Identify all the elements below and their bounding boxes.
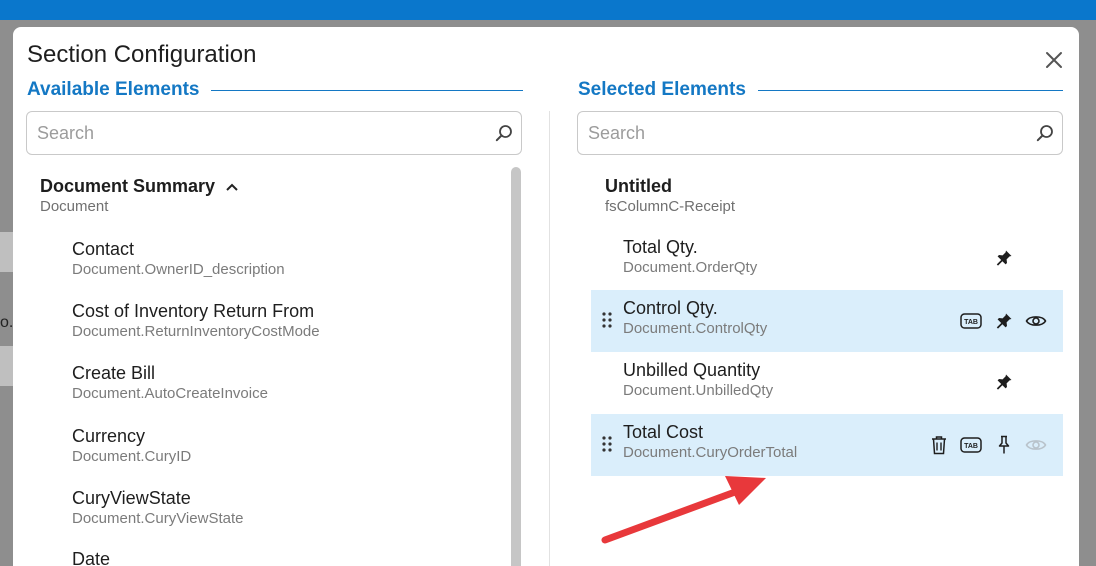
item-label: Total Qty.: [623, 237, 698, 257]
available-item[interactable]: Create Bill Document.AutoCreateInvoice: [72, 363, 268, 403]
app-top-bar: [0, 0, 1096, 20]
background-label-fragment: o.: [0, 314, 14, 331]
pin-filled-icon: [996, 374, 1012, 390]
available-item[interactable]: Contact Document.OwnerID_description: [72, 239, 285, 279]
selected-heading-text: Selected Elements: [578, 79, 746, 100]
available-item[interactable]: Date: [72, 549, 110, 566]
available-item[interactable]: Cost of Inventory Return From Document.R…: [72, 301, 320, 341]
background-panel-edge: [0, 346, 14, 386]
item-field: Document.OrderQty: [623, 259, 758, 276]
chevron-up-icon[interactable]: [225, 182, 239, 192]
available-elements-heading: Available Elements: [27, 79, 523, 101]
group-subtitle: fsColumnC-Receipt: [605, 198, 736, 215]
visibility-toggle-button[interactable]: [1024, 433, 1048, 457]
item-label: Total Cost: [623, 422, 704, 442]
item-label: Control Qty.: [623, 298, 718, 318]
available-search-box[interactable]: [26, 111, 522, 155]
item-label: Cost of Inventory Return From: [72, 301, 315, 321]
group-subtitle: Document: [40, 198, 109, 215]
pin-filled-icon: [996, 250, 1012, 266]
selected-group-header[interactable]: Untitled: [605, 176, 672, 197]
selected-elements-heading: Selected Elements: [578, 79, 1063, 101]
item-label: Date: [72, 549, 111, 566]
item-field: Document.UnbilledQty: [623, 382, 774, 399]
selected-item-row[interactable]: Control Qty. Document.ControlQty TAB: [591, 290, 1063, 352]
item-field: Document.ControlQty: [623, 320, 768, 337]
heading-rule: [757, 89, 1063, 91]
close-button[interactable]: [1041, 47, 1067, 73]
tab-order-button[interactable]: TAB: [959, 433, 983, 457]
available-item[interactable]: Currency Document.CuryID: [72, 426, 191, 466]
search-icon[interactable]: [487, 124, 521, 142]
close-icon: [1046, 52, 1062, 68]
drag-handle-icon[interactable]: [601, 435, 613, 453]
item-label: Unbilled Quantity: [623, 360, 761, 380]
pin-button[interactable]: [992, 309, 1016, 333]
available-heading-text: Available Elements: [27, 79, 200, 100]
item-field: Document.CuryID: [72, 448, 192, 465]
item-label: Contact: [72, 239, 135, 259]
pin-button[interactable]: [992, 370, 1016, 394]
available-list-scrollbar[interactable]: [511, 167, 521, 566]
delete-button[interactable]: [927, 433, 951, 457]
tab-key-icon: TAB: [960, 437, 982, 453]
available-item[interactable]: CuryViewState Document.CuryViewState: [72, 488, 243, 528]
item-field: Document.AutoCreateInvoice: [72, 385, 268, 402]
available-group-header[interactable]: Document Summary: [40, 176, 239, 197]
group-title: Document Summary: [40, 176, 216, 196]
background-panel-edge: [0, 232, 14, 272]
pin-button[interactable]: [992, 246, 1016, 270]
item-field: Document.OwnerID_description: [72, 261, 285, 278]
pin-filled-icon: [996, 313, 1012, 329]
selected-item-row[interactable]: Total Qty. Document.OrderQty: [591, 229, 1063, 291]
eye-icon: [1025, 440, 1047, 450]
heading-rule: [211, 89, 523, 91]
drag-handle-icon[interactable]: [601, 311, 613, 329]
tab-badge-text: TAB: [964, 443, 978, 450]
section-configuration-dialog: Section Configuration Available Elements…: [13, 27, 1079, 566]
search-icon[interactable]: [1028, 124, 1062, 142]
item-field: Document.ReturnInventoryCostMode: [72, 323, 320, 340]
tab-order-button[interactable]: TAB: [959, 309, 983, 333]
available-search-input[interactable]: [37, 122, 487, 144]
column-divider: [549, 111, 550, 566]
eye-icon: [1025, 316, 1047, 326]
dialog-title: Section Configuration: [27, 41, 257, 68]
trash-icon: [932, 436, 946, 455]
tab-badge-text: TAB: [964, 319, 978, 326]
item-field: Document.CuryOrderTotal: [623, 444, 798, 461]
group-title: Untitled: [605, 176, 672, 196]
item-label: Currency: [72, 426, 146, 446]
selected-item-row[interactable]: Unbilled Quantity Document.UnbilledQty: [591, 352, 1063, 414]
selected-item-row[interactable]: Total Cost Document.CuryOrderTotal TAB: [591, 414, 1063, 476]
selected-search-box[interactable]: [577, 111, 1063, 155]
pin-outline-icon: [998, 435, 1010, 454]
pin-button[interactable]: [992, 433, 1016, 457]
item-label: CuryViewState: [72, 488, 191, 508]
item-field: Document.CuryViewState: [72, 510, 244, 527]
visibility-toggle-button[interactable]: [1024, 309, 1048, 333]
selected-search-input[interactable]: [588, 122, 1028, 144]
item-label: Create Bill: [72, 363, 156, 383]
tab-key-icon: TAB: [960, 313, 982, 329]
